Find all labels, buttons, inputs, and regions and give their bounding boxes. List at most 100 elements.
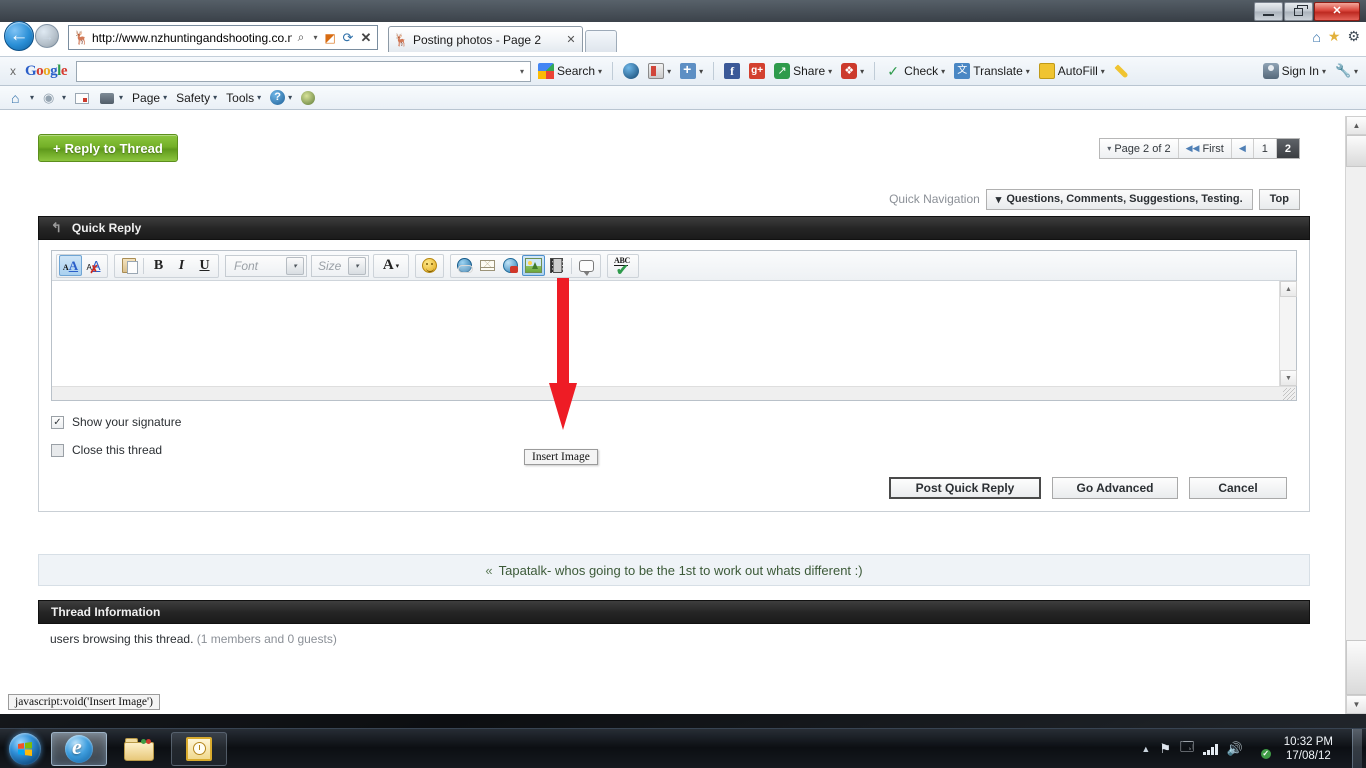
favorites-star-icon[interactable]: ★: [1328, 28, 1341, 45]
page-number-1[interactable]: 1: [1253, 139, 1277, 158]
google-search-box[interactable]: ▾: [76, 60, 532, 82]
new-tab-button[interactable]: [585, 30, 617, 52]
highlighter-button[interactable]: [1112, 63, 1131, 79]
scroll-up-icon[interactable]: ▲: [1346, 116, 1366, 135]
close-button[interactable]: ✕: [1314, 2, 1360, 21]
remove-formatting-icon[interactable]: AA ✗: [82, 255, 105, 276]
taskbar-item-windows-explorer[interactable]: [111, 732, 167, 766]
font-size-select[interactable]: Size ▾: [311, 254, 369, 277]
remove-link-icon[interactable]: [499, 255, 522, 276]
chevron-down-icon[interactable]: ▾: [1101, 67, 1105, 76]
chevron-down-icon[interactable]: ▾: [163, 93, 167, 102]
chevron-down-icon[interactable]: ▾: [30, 93, 34, 102]
network-icon[interactable]: [1203, 743, 1218, 755]
facebook-button[interactable]: f: [722, 63, 742, 79]
autofill-button[interactable]: AutoFill ▾: [1037, 63, 1107, 79]
toolbar-settings-button[interactable]: 🔧 ▾: [1333, 63, 1360, 79]
show-signature-checkbox[interactable]: ✓: [51, 415, 64, 429]
insert-link-icon[interactable]: [453, 255, 476, 276]
volume-icon[interactable]: 🔊: [1227, 741, 1243, 757]
reply-to-thread-button[interactable]: + Reply to Thread: [38, 134, 178, 162]
scroll-down-icon[interactable]: ▼: [1346, 695, 1366, 714]
help-menu[interactable]: ? ▾: [267, 90, 295, 105]
start-button[interactable]: [3, 731, 47, 767]
forward-button[interactable]: →: [35, 24, 59, 48]
chevron-down-icon[interactable]: ▾: [257, 93, 261, 102]
chevron-down-icon[interactable]: ▾: [119, 93, 123, 102]
google-plus-share-button[interactable]: g+: [747, 63, 767, 79]
page-selector[interactable]: ▾ Page 2 of 2: [1100, 139, 1179, 158]
chevron-down-icon[interactable]: ▾: [514, 67, 530, 76]
show-hidden-icons-icon[interactable]: ▲: [1141, 744, 1150, 754]
gear-icon[interactable]: ⚙: [1347, 28, 1360, 45]
scrollbar-thumb-bottom[interactable]: [1346, 640, 1366, 695]
underline-icon[interactable]: U: [193, 255, 216, 276]
sign-in-button[interactable]: Sign In ▾: [1261, 63, 1328, 79]
page-menu[interactable]: Page ▾: [129, 91, 170, 105]
safety-menu[interactable]: Safety ▾: [173, 91, 220, 105]
google-search-button[interactable]: Search ▾: [536, 63, 604, 79]
insert-email-icon[interactable]: [476, 255, 499, 276]
insert-image-icon[interactable]: [522, 255, 545, 276]
tools-menu[interactable]: Tools ▾: [223, 91, 264, 105]
quick-navigation-select[interactable]: ▾ Questions, Comments, Suggestions, Test…: [985, 188, 1253, 210]
chevron-down-icon[interactable]: ▾: [828, 67, 832, 76]
insert-video-icon[interactable]: [545, 255, 568, 276]
paste-icon[interactable]: [117, 255, 140, 276]
google-globe-button[interactable]: [621, 63, 641, 79]
close-toolbar-icon[interactable]: x: [6, 64, 20, 78]
show-signature-row[interactable]: ✓ Show your signature: [51, 415, 1297, 429]
check-button[interactable]: ✓ Check ▾: [883, 63, 947, 79]
flag-icon[interactable]: ⚑: [1159, 741, 1171, 757]
taskbar-clock[interactable]: 10:32 PM 17/08/12: [1278, 735, 1343, 763]
chevron-down-icon[interactable]: ▾: [310, 27, 321, 48]
spell-check-icon[interactable]: ABC ✔: [610, 255, 636, 279]
editor-scrollbar[interactable]: ▲ ▼: [1279, 281, 1297, 386]
address-bar[interactable]: 🦌 http://www.nzhuntingandshooting.co.nz/…: [68, 25, 378, 50]
bold-icon[interactable]: B: [147, 255, 170, 276]
cancel-button[interactable]: Cancel: [1189, 477, 1287, 499]
text-color-icon[interactable]: A ▾: [376, 255, 406, 276]
tapatalk-notice-text[interactable]: Tapatalk- whos going to be the 1st to wo…: [499, 563, 863, 578]
close-thread-row[interactable]: Close this thread: [51, 443, 1297, 457]
page-scrollbar[interactable]: ▲ ▼: [1345, 116, 1366, 714]
chevron-down-icon[interactable]: ▾: [1026, 67, 1030, 76]
minimize-button[interactable]: [1254, 2, 1283, 21]
post-quick-reply-button[interactable]: Post Quick Reply: [889, 477, 1041, 499]
chevron-down-icon[interactable]: ▾: [288, 93, 292, 102]
google-plus-button[interactable]: ▾: [678, 61, 705, 79]
scrollbar-thumb-top[interactable]: [1346, 135, 1366, 167]
chevron-down-icon[interactable]: ▾: [699, 67, 703, 76]
chevron-down-icon[interactable]: ▾: [1322, 67, 1326, 76]
show-desktop-button[interactable]: [1352, 728, 1362, 768]
google-bookmarks-button[interactable]: ▾: [646, 63, 673, 79]
compatibility-view-button[interactable]: [298, 90, 320, 106]
font-family-select[interactable]: Font ▾: [225, 254, 307, 277]
refresh-icon[interactable]: ⟳: [339, 27, 357, 48]
chevron-down-icon[interactable]: ▾: [286, 256, 304, 275]
taskbar-item-outlook[interactable]: [171, 731, 227, 766]
chevron-down-icon[interactable]: ▾: [598, 67, 602, 76]
back-button[interactable]: ←: [4, 21, 34, 51]
read-mail-button[interactable]: [72, 90, 94, 106]
close-icon[interactable]: ✕: [564, 33, 578, 46]
restore-button[interactable]: [1284, 2, 1313, 21]
home-icon[interactable]: ⌂: [1312, 29, 1320, 45]
browser-tab[interactable]: 🦌 Posting photos - Page 2 ✕: [388, 26, 583, 52]
first-page-button[interactable]: ◀◀ First: [1178, 139, 1232, 158]
italic-icon[interactable]: I: [170, 255, 193, 276]
chevron-down-icon[interactable]: ▾: [941, 67, 945, 76]
message-textarea[interactable]: [52, 281, 1279, 386]
chevron-down-icon[interactable]: ▾: [62, 93, 66, 102]
font-color-picker-icon[interactable]: AA: [59, 255, 82, 276]
google-search-input[interactable]: [77, 61, 515, 81]
share-button[interactable]: ↗ Share ▾: [772, 63, 834, 79]
chevron-down-icon[interactable]: ▾: [667, 67, 671, 76]
go-advanced-button[interactable]: Go Advanced: [1052, 477, 1178, 499]
smilie-icon[interactable]: [418, 255, 441, 276]
stop-icon[interactable]: ✕: [357, 27, 375, 48]
resize-grip[interactable]: [1283, 388, 1295, 400]
chevron-down-icon[interactable]: ▾: [860, 67, 864, 76]
home-button[interactable]: ⌂ ▾: [8, 90, 37, 106]
taskbar-item-internet-explorer[interactable]: [51, 731, 107, 766]
